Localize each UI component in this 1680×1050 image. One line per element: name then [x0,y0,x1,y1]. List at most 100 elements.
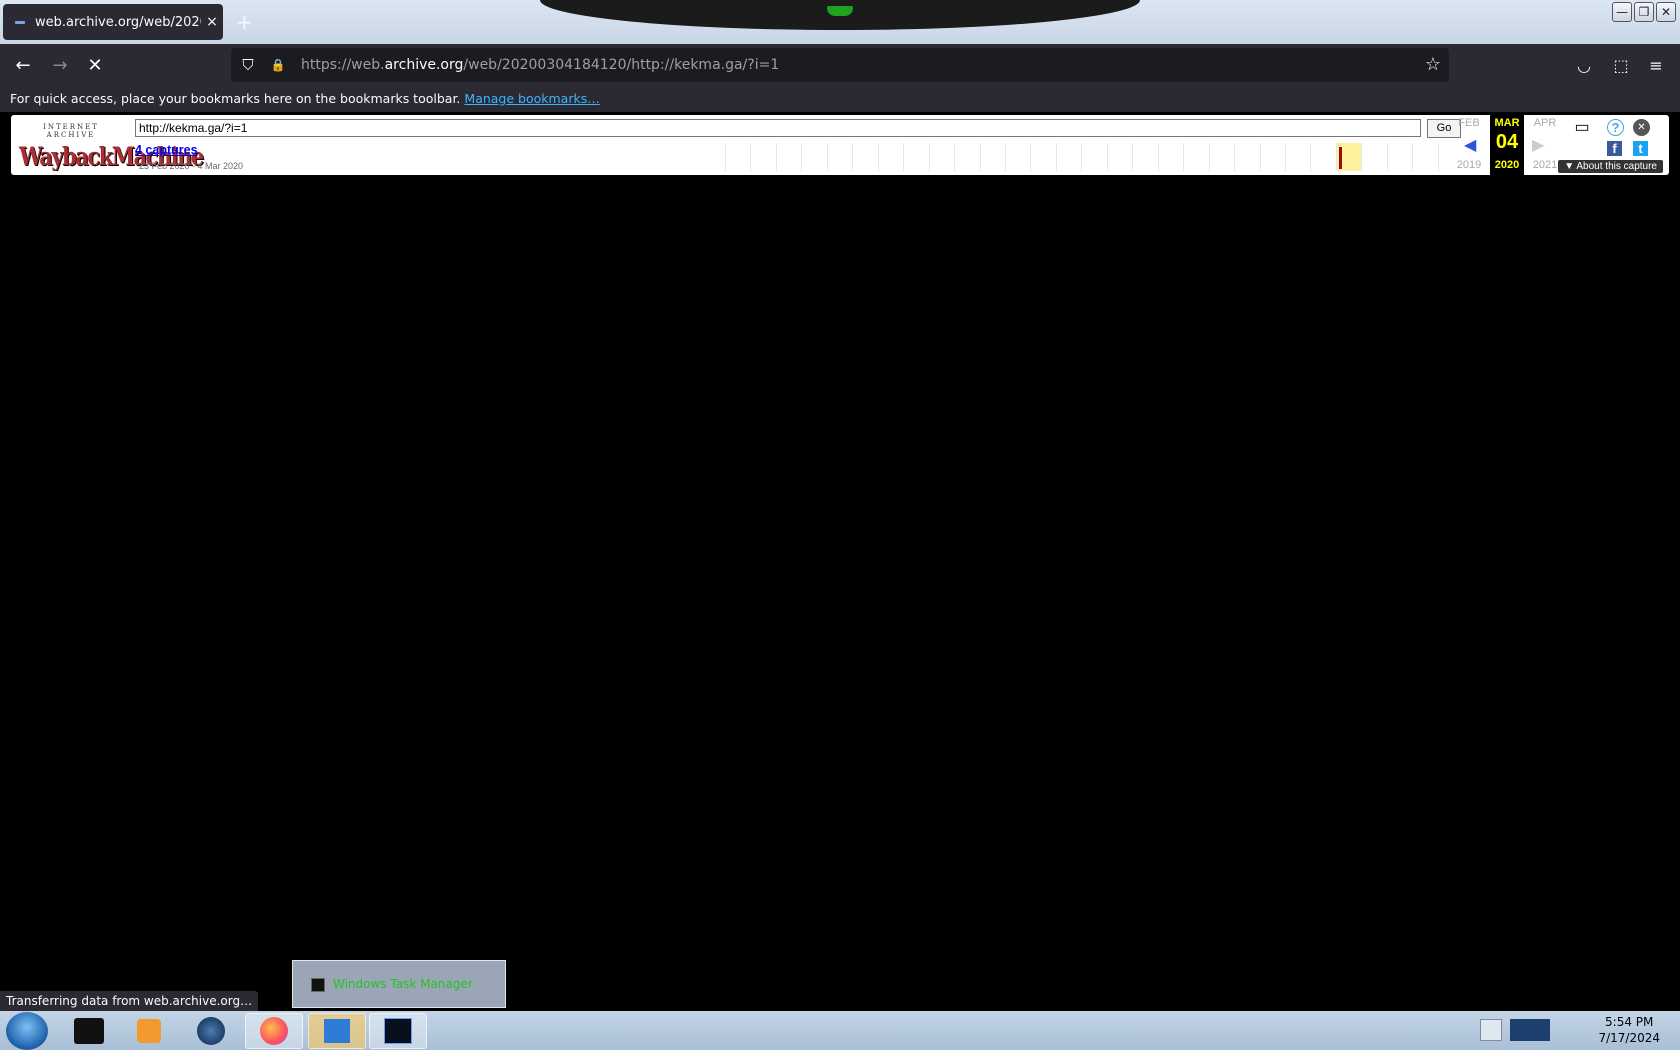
start-button[interactable] [6,1012,48,1050]
about-capture-button[interactable]: ▼ About this capture [1558,160,1663,173]
manage-bookmarks-link[interactable]: Manage bookmarks… [464,91,599,106]
cur-day-label: 04 [1495,131,1519,153]
forward-button[interactable]: → [47,53,73,79]
current-month: MAR 04 2020 [1490,115,1524,175]
loading-icon [15,20,25,24]
stop-button[interactable]: ✕ [82,53,108,79]
logo-top-text: INTERNET ARCHIVE [43,123,99,139]
media-player-icon[interactable] [120,1013,178,1049]
tray-app-icon[interactable] [1510,1019,1550,1041]
close-window-button[interactable]: ✕ [1656,2,1676,22]
clock[interactable]: 5:54 PM 7/17/2024 [1598,1014,1660,1046]
bookmarks-toolbar: For quick access, place your bookmarks h… [0,86,1680,112]
url-domain: archive.org [384,57,464,73]
sparkline-cell[interactable] [1361,143,1386,171]
sparkline-cell[interactable] [1157,143,1183,171]
task-manager-icon [311,978,325,992]
sparkline-cell[interactable] [1234,143,1259,171]
address-bar[interactable]: ⛉ 🔒 https://web.archive.org/web/20200304… [231,48,1449,82]
capture-date-range: 23 Feb 2020 - 4 Mar 2020 [139,161,244,171]
url-path: /web/20200304184120/http://kekma.ga/?i=1 [463,57,780,73]
terminal-app-icon[interactable] [60,1013,118,1049]
next-capture-icon[interactable]: ▶ [1532,135,1544,155]
sparkline-cell[interactable] [1412,143,1437,171]
menu-icon[interactable]: ≡ [1643,53,1669,79]
sparkline-current-cell[interactable] [1335,143,1362,171]
sparkline-cell[interactable] [877,143,903,171]
taskbar: 5:54 PM 7/17/2024 [0,1011,1680,1050]
sparkline-cell[interactable] [1081,143,1106,171]
sparkline-cell[interactable] [1259,143,1285,171]
notch-indicator [827,6,853,16]
clock-date: 7/17/2024 [1598,1031,1660,1045]
tab-strip: web.archive.org/web/20200304 × + — ❐ ✕ [0,0,1680,44]
show-hidden-icons[interactable] [1480,1019,1502,1041]
sparkline-cell[interactable] [801,143,826,171]
sparkline-cell[interactable] [1310,143,1335,171]
sparkline-cell[interactable] [775,143,801,171]
network-app-icon[interactable] [182,1013,240,1049]
logo-main-text: WaybackMachine [19,141,204,171]
sparkline-cell[interactable] [1132,143,1157,171]
wayback-logo[interactable]: INTERNET ARCHIVE WaybackMachine [19,123,204,171]
sparkline-cell[interactable] [1030,143,1055,171]
window-icon[interactable]: ▭ [1573,119,1591,137]
nav-toolbar: ← → ✕ ⛉ 🔒 https://web.archive.org/web/20… [0,44,1680,86]
sparkline-cell[interactable] [725,143,750,171]
lock-icon[interactable]: 🔒 [265,58,291,72]
prev-capture-icon[interactable]: ◀ [1464,135,1476,155]
sparkline-cell[interactable] [979,143,1005,171]
captures-link[interactable]: 4 captures [135,143,198,157]
taskbar-thumbnail[interactable]: Windows Task Manager [292,960,506,1008]
tab-active[interactable]: web.archive.org/web/20200304 × [3,4,223,40]
sparkline-cell[interactable] [903,143,928,171]
system-tray: 5:54 PM 7/17/2024 [1470,1011,1680,1050]
sparkline-cell[interactable] [750,143,775,171]
sparkline-cell[interactable] [1208,143,1234,171]
thumbnail-label: Windows Task Manager [333,977,473,991]
bookmark-star-icon[interactable]: ☆ [1425,54,1441,75]
url-text[interactable]: https://web.archive.org/web/202003041841… [301,57,779,73]
prev-month[interactable]: FEB ◀ 2019 [1452,115,1486,175]
tab-close-icon[interactable]: × [201,14,223,30]
sparkline-cell[interactable] [1284,143,1310,171]
restore-button[interactable]: ❐ [1634,2,1654,22]
new-tab-button[interactable]: + [236,10,253,34]
twitter-icon[interactable]: t [1633,141,1648,156]
capture-marker [1338,147,1342,169]
cur-year-label: 2020 [1494,159,1520,171]
bookmarks-message: For quick access, place your bookmarks h… [10,91,461,106]
sparkline-cell[interactable] [928,143,954,171]
window-controls: — ❐ ✕ [1612,2,1676,22]
prev-year-label: 2019 [1456,159,1482,171]
sparkline-cell[interactable] [1055,143,1081,171]
sparkline-cell[interactable] [826,143,852,171]
sparkline-cell[interactable] [1106,143,1132,171]
facebook-icon[interactable]: f [1607,141,1622,156]
wayback-url-input[interactable]: http://kekma.ga/?i=1 [135,119,1421,137]
sparkline-cell[interactable] [1183,143,1208,171]
help-icon[interactable]: ? [1607,119,1624,136]
task-manager-app-icon[interactable] [369,1013,427,1049]
month-navigator: FEB ◀ 2019 MAR 04 2020 APR ▶ 2021 [1452,115,1562,175]
next-month-label: APR [1533,117,1557,129]
clock-time: 5:54 PM [1605,1015,1654,1029]
title-notch [540,0,1140,30]
back-button[interactable]: ← [10,53,36,79]
sparkline-cell[interactable] [1386,143,1412,171]
capture-sparkline[interactable] [725,143,1463,171]
sparkline-cell[interactable] [954,143,979,171]
close-toolbar-icon[interactable]: ✕ [1633,119,1650,136]
wayback-tools: ▭ ? ✕ f t ▼ About this capture [1558,119,1663,173]
shield-icon[interactable]: ⛉ [235,56,261,74]
minimize-button[interactable]: — [1612,2,1632,22]
sparkline-cell[interactable] [852,143,877,171]
cur-month-label: MAR [1494,117,1520,129]
firefox-app-icon[interactable] [245,1013,303,1049]
screen: web.archive.org/web/20200304 × + — ❐ ✕ ←… [0,0,1680,1050]
extensions-icon[interactable]: ⬚ [1608,53,1634,79]
checklist-app-icon[interactable] [308,1013,366,1049]
pocket-icon[interactable]: ◡ [1571,53,1597,79]
next-month[interactable]: APR ▶ 2021 [1528,115,1562,175]
sparkline-cell[interactable] [1004,143,1030,171]
